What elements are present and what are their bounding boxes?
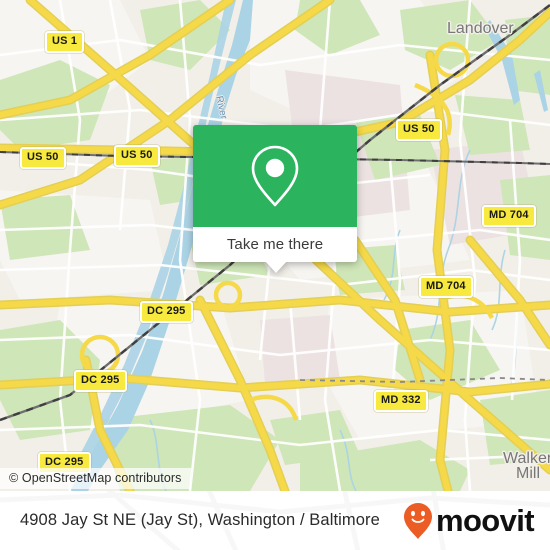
moovit-map-screen: Landover Walker Mill River US 1 US 50 US… bbox=[0, 0, 550, 550]
destination-title: 4908 Jay St NE (Jay St), Washington / Ba… bbox=[20, 511, 380, 529]
footer-bar: 4908 Jay St NE (Jay St), Washington / Ba… bbox=[0, 491, 550, 550]
popup-header bbox=[193, 125, 357, 227]
highway-shield: DC 295 bbox=[74, 370, 127, 392]
highway-shield: MD 332 bbox=[374, 390, 428, 412]
highway-shield: MD 704 bbox=[482, 205, 536, 227]
moovit-pin-smiley-icon bbox=[403, 502, 432, 539]
map-pin-icon bbox=[251, 145, 299, 207]
highway-shield: US 50 bbox=[114, 145, 160, 167]
popup-tail-pointer bbox=[265, 261, 287, 273]
highway-shield: US 50 bbox=[396, 119, 442, 141]
moovit-brand: moovit bbox=[403, 502, 535, 540]
highway-shield: US 50 bbox=[20, 147, 66, 169]
highway-shield: US 1 bbox=[45, 31, 85, 53]
highway-shield: MD 704 bbox=[419, 276, 473, 298]
take-me-there-button[interactable]: Take me there bbox=[193, 227, 357, 262]
highway-shield: DC 295 bbox=[140, 301, 193, 323]
destination-popup[interactable]: Take me there bbox=[193, 125, 357, 273]
take-me-there-label: Take me there bbox=[226, 236, 324, 253]
map-attribution[interactable]: © OpenStreetMap contributors bbox=[0, 468, 191, 489]
moovit-wordmark: moovit bbox=[435, 503, 535, 538]
